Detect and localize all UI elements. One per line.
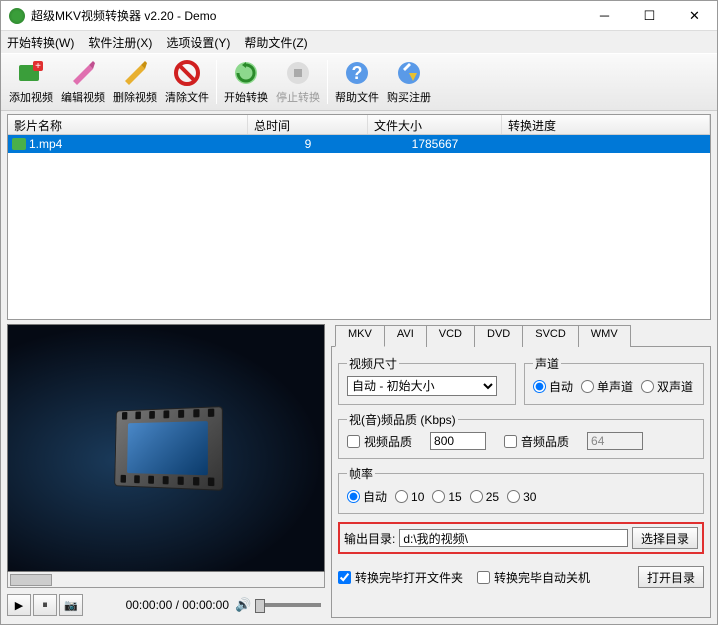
delete-icon	[121, 59, 149, 87]
svg-text:?: ?	[352, 63, 363, 83]
stop-icon	[284, 59, 312, 87]
rate-25[interactable]: 25	[470, 490, 499, 504]
open-dir-button[interactable]: 打开目录	[638, 566, 704, 588]
video-quality-check[interactable]: 视频品质	[347, 433, 412, 450]
rate-30[interactable]: 30	[507, 490, 536, 504]
audio-quality-input[interactable]	[587, 432, 643, 450]
toolbar: + 添加视频 编辑视频 删除视频 清除文件 开始转换 停止转换 ? 帮助文件	[1, 53, 717, 111]
window-title: 超级MKV视频转换器 v2.20 - Demo	[31, 7, 582, 24]
list-header: 影片名称 总时间 文件大小 转换进度	[8, 115, 710, 135]
channel-mono[interactable]: 单声道	[581, 378, 633, 395]
menu-options[interactable]: 选项设置(Y)	[166, 34, 230, 51]
stop-convert-button: 停止转换	[272, 56, 324, 108]
list-row[interactable]: 1.mp4 9 1785667	[8, 135, 710, 153]
add-video-button[interactable]: + 添加视频	[5, 56, 57, 108]
col-time[interactable]: 总时间	[248, 115, 368, 134]
menu-register[interactable]: 软件注册(X)	[88, 34, 152, 51]
format-tabs: MKV AVI VCD DVD SVCD WMV	[335, 324, 711, 346]
rate-auto[interactable]: 自动	[347, 488, 387, 505]
buy-icon	[395, 59, 423, 87]
framerate-group: 帧率 自动 10 15 25 30	[338, 465, 704, 514]
output-row: 输出目录: 选择目录	[338, 522, 704, 554]
open-folder-check[interactable]: 转换完毕打开文件夹	[338, 569, 463, 586]
tab-wmv[interactable]: WMV	[578, 325, 631, 347]
preview-scrollbar[interactable]	[7, 572, 325, 588]
start-convert-button[interactable]: 开始转换	[220, 56, 272, 108]
preview-area	[7, 324, 325, 572]
tab-avi[interactable]: AVI	[384, 325, 427, 347]
buy-button[interactable]: 购买注册	[383, 56, 435, 108]
clear-files-button[interactable]: 清除文件	[161, 56, 213, 108]
video-size-select[interactable]: 自动 - 初始大小	[347, 376, 497, 396]
pause-button[interactable]: ⏸	[33, 594, 57, 616]
clear-icon	[173, 59, 201, 87]
tab-svcd[interactable]: SVCD	[522, 325, 579, 347]
start-icon	[232, 59, 260, 87]
col-size[interactable]: 文件大小	[368, 115, 502, 134]
time-display: 00:00:00 / 00:00:00	[85, 598, 233, 612]
rate-15[interactable]: 15	[432, 490, 461, 504]
col-prog[interactable]: 转换进度	[502, 115, 710, 134]
add-icon: +	[17, 59, 45, 87]
help-button[interactable]: ? 帮助文件	[331, 56, 383, 108]
video-quality-input[interactable]	[430, 432, 486, 450]
channel-auto[interactable]: 自动	[533, 378, 573, 395]
channel-stereo[interactable]: 双声道	[641, 378, 693, 395]
help-icon: ?	[343, 59, 371, 87]
output-path-input[interactable]	[399, 529, 628, 547]
volume-slider[interactable]	[255, 603, 321, 607]
app-icon	[9, 8, 25, 24]
titlebar: 超级MKV视频转换器 v2.20 - Demo ─ ☐ ✕	[1, 1, 717, 31]
tab-vcd[interactable]: VCD	[426, 325, 475, 347]
channel-group: 声道 自动 单声道 双声道	[524, 355, 704, 405]
video-size-group: 视频尺寸 自动 - 初始大小	[338, 355, 516, 405]
menu-help[interactable]: 帮助文件(Z)	[244, 34, 307, 51]
menubar: 开始转换(W) 软件注册(X) 选项设置(Y) 帮助文件(Z)	[1, 31, 717, 53]
snapshot-button[interactable]: 📷	[59, 594, 83, 616]
tab-mkv[interactable]: MKV	[335, 325, 385, 347]
close-button[interactable]: ✕	[672, 1, 717, 31]
output-label: 输出目录:	[344, 530, 395, 547]
maximize-button[interactable]: ☐	[627, 1, 672, 31]
file-icon	[12, 138, 26, 150]
edit-icon	[69, 59, 97, 87]
choose-dir-button[interactable]: 选择目录	[632, 527, 698, 549]
col-name[interactable]: 影片名称	[8, 115, 248, 134]
quality-group: 视(音)频品质 (Kbps) 视频品质 音频品质	[338, 411, 704, 459]
tab-dvd[interactable]: DVD	[474, 325, 523, 347]
audio-quality-check[interactable]: 音频品质	[504, 433, 569, 450]
rate-10[interactable]: 10	[395, 490, 424, 504]
delete-video-button[interactable]: 删除视频	[109, 56, 161, 108]
svg-text:+: +	[35, 61, 41, 72]
volume-icon[interactable]: 🔊	[235, 597, 249, 613]
shutdown-check[interactable]: 转换完毕自动关机	[477, 569, 590, 586]
minimize-button[interactable]: ─	[582, 1, 627, 31]
play-button[interactable]: ▶	[7, 594, 31, 616]
menu-start[interactable]: 开始转换(W)	[7, 34, 74, 51]
film-icon	[114, 406, 223, 491]
video-list[interactable]: 影片名称 总时间 文件大小 转换进度 1.mp4 9 1785667	[7, 114, 711, 320]
edit-video-button[interactable]: 编辑视频	[57, 56, 109, 108]
